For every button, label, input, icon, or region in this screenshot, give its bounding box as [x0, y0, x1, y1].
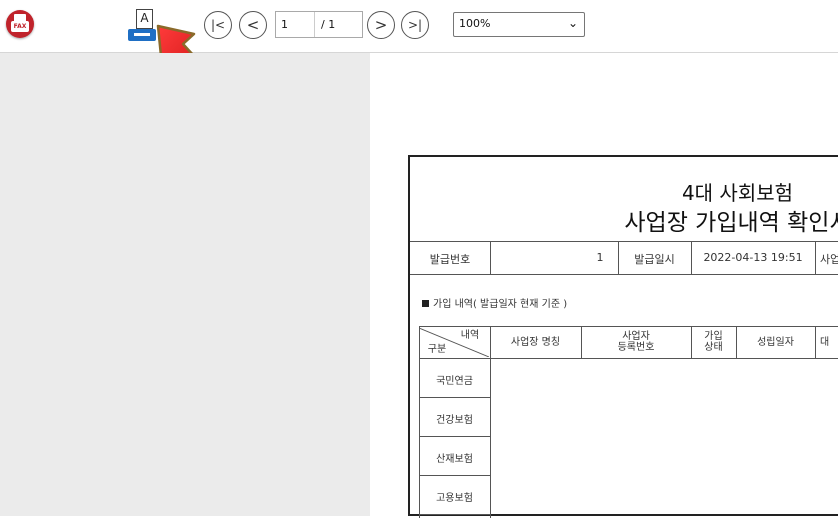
- chevron-down-icon: ⌄: [567, 16, 578, 30]
- divider: [419, 514, 490, 515]
- chevron-left-icon: <: [246, 16, 260, 34]
- row-industrial-accident: 산재보험: [436, 454, 473, 465]
- table-corner-top: 내역: [460, 330, 480, 341]
- row-employment-insurance: 고용보험: [436, 493, 473, 504]
- next-page-button[interactable]: >: [367, 11, 395, 39]
- issue-number-value: 1: [596, 251, 604, 264]
- last-page-button[interactable]: >|: [401, 11, 429, 39]
- divider: [419, 358, 838, 359]
- section-title: 가입 내역( 발급일자 현재 기준 ): [422, 295, 567, 310]
- table-corner-bottom: 구분: [427, 344, 447, 355]
- divider: [410, 274, 838, 275]
- doc-title-line2: 사업장 가입내역 확인서: [624, 210, 838, 236]
- printer-slot: [134, 33, 150, 36]
- divider: [419, 436, 490, 437]
- header-join-status: 가입 상태: [704, 331, 723, 353]
- zoom-value: 100%: [459, 17, 491, 30]
- divider: [419, 397, 490, 398]
- chevron-right-icon: >: [374, 16, 388, 34]
- fax-button[interactable]: FAX: [6, 10, 34, 38]
- zoom-select[interactable]: 100% ⌄: [453, 12, 585, 37]
- header-partial: 대: [820, 337, 830, 348]
- doc-title-line1: 4대 사회보험: [681, 181, 794, 205]
- total-pages: / 1: [321, 18, 336, 31]
- header-registration-number: 사업자 등록번호: [617, 331, 655, 353]
- last-page-icon: >|: [407, 18, 423, 32]
- square-bullet-icon: [422, 300, 429, 307]
- row-health-insurance: 건강보험: [436, 415, 473, 426]
- current-page-input[interactable]: 1: [281, 18, 288, 31]
- section-title-text: 가입 내역( 발급일자 현재 기준 ): [433, 299, 568, 310]
- header-establish-date: 성립일자: [757, 337, 794, 348]
- issue-date-label: 발급일시: [634, 253, 675, 266]
- page-number-field[interactable]: 1 / 1: [275, 11, 363, 38]
- divider: [419, 475, 490, 476]
- viewer-toolbar: FAX A |< < 1 / 1 > >| 100% ⌄: [0, 0, 838, 53]
- divider: [815, 241, 816, 274]
- issue-date-value: 2022-04-13 19:51: [703, 251, 803, 264]
- issue-number-label: 발급번호: [429, 253, 471, 266]
- page-divider: [314, 12, 315, 37]
- divider: [815, 326, 816, 358]
- prev-page-button[interactable]: <: [239, 11, 267, 39]
- business-label-partial: 사업: [820, 253, 838, 266]
- certificate-document: 4대 사회보험 사업장 가입내역 확인서 발급번호 1 발급일시 2022-04…: [408, 155, 838, 518]
- divider: [490, 326, 491, 518]
- header-business-name: 사업장 명칭: [510, 337, 561, 348]
- divider: [410, 241, 838, 242]
- divider: [419, 326, 838, 327]
- viewer-background: [0, 53, 370, 516]
- fax-label: FAX: [13, 23, 27, 30]
- row-national-pension: 국민연금: [436, 376, 473, 387]
- divider: [490, 241, 491, 274]
